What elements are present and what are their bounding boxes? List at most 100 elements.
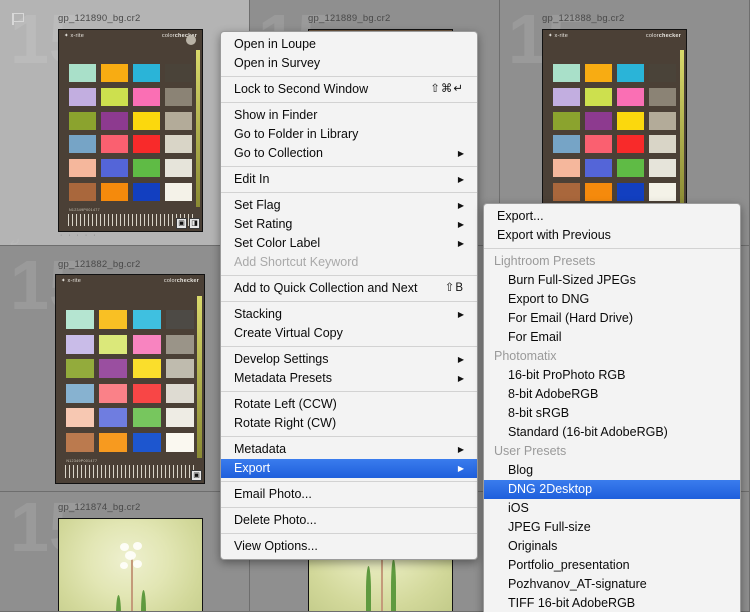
menu-item-lock-to-second-window[interactable]: Lock to Second Window ⇧⌘↵ [221,80,477,99]
menu-item-label: Export to DNG [508,292,590,306]
submenu-arrow-icon: ▶ [457,149,464,158]
menu-item-burn-full-sized-jpegs[interactable]: Burn Full-Sized JPEGs [484,271,740,290]
menu-item-show-in-finder[interactable]: Show in Finder [221,106,477,125]
crop-badge-icon[interactable]: ▣ [176,218,187,229]
menu-item-rotate-right-cw[interactable]: Rotate Right (CW) [221,414,477,433]
menu-item-label: Go to Folder in Library [234,127,359,141]
color-swatch [164,158,192,178]
grid-cell-6[interactable]: 15 gp_121874_bg.cr2 [0,492,250,612]
flower-petal [124,551,136,561]
menu-separator [221,436,477,437]
menu-item-open-in-survey[interactable]: Open in Survey [221,54,477,73]
menu-item-dng-2desktop[interactable]: DNG 2Desktop [484,480,740,499]
menu-item-metadata[interactable]: Metadata ▶ [221,440,477,459]
menu-item-portfolio-presentation[interactable]: Portfolio_presentation [484,556,740,575]
menu-item-ios[interactable]: iOS [484,499,740,518]
pointer-cursor-icon: ⤷ [10,232,20,246]
menu-item-label: Set Flag [234,198,281,212]
menu-item-standard-16-bit-adobergb[interactable]: Standard (16-bit AdobeRGB) [484,423,740,442]
menu-item-open-in-loupe[interactable]: Open in Loupe [221,35,477,54]
menu-item-8-bit-srgb[interactable]: 8-bit sRGB [484,404,740,423]
menu-item-set-flag[interactable]: Set Flag ▶ [221,196,477,215]
flower-leaf-right [390,559,396,611]
menu-item-go-to-folder-in-library[interactable]: Go to Folder in Library [221,125,477,144]
menu-separator [221,507,477,508]
menu-item-edit-in[interactable]: Edit In ▶ [221,170,477,189]
menu-item-metadata-presets[interactable]: Metadata Presets ▶ [221,369,477,388]
menu-item-create-virtual-copy[interactable]: Create Virtual Copy [221,324,477,343]
color-swatch [99,334,128,354]
color-swatch [584,111,613,130]
menu-item-export-with-previous[interactable]: Export with Previous [484,226,740,245]
menu-item-label: Export with Previous [497,228,611,242]
thumbnail-2[interactable]: ✦ x-ritecolorcheckerN12349P001477 [542,29,687,232]
lightroom-grid-view: 15 gp_121890_bg.cr2 ✦ x-rite colorchecker… [0,0,750,612]
menu-item-label: Rotate Right (CW) [234,416,337,430]
grid-cell-3[interactable]: 15 gp_121882_bg.cr2 ✦ x-rite colorchecker… [0,246,250,492]
menu-item-label: User Presets [494,444,567,458]
menu-item-stacking[interactable]: Stacking ▶ [221,305,477,324]
menu-item-export[interactable]: Export... [484,207,740,226]
menu-item-view-options[interactable]: View Options... [221,537,477,556]
menu-item-export[interactable]: Export ▶ [221,459,477,478]
color-swatch [648,64,676,83]
menu-separator [221,102,477,103]
color-swatch [132,334,161,354]
color-swatch [553,111,581,130]
export-submenu[interactable]: Export... Export with Previous Lightroom P… [483,203,741,612]
menu-item-develop-settings[interactable]: Develop Settings ▶ [221,350,477,369]
color-swatch [69,135,97,154]
menu-item-blog[interactable]: Blog [484,461,740,480]
colorchecker-wordmark: colorchecker [163,278,199,284]
color-swatch [165,383,194,403]
thumbnail-6[interactable] [58,518,203,611]
color-swatch [132,135,161,154]
menu-item-rotate-left-ccw[interactable]: Rotate Left (CCW) [221,395,477,414]
menu-item-label: Show in Finder [234,108,318,122]
menu-item-export-to-dng[interactable]: Export to DNG [484,290,740,309]
menu-item-label: Stacking [234,307,282,321]
flower-petal [120,562,129,570]
menu-item-label: Edit In [234,172,270,186]
submenu-arrow-icon: ▶ [457,355,464,364]
menu-item-set-rating[interactable]: Set Rating ▶ [221,215,477,234]
color-swatch [100,87,129,107]
menu-item-add-to-quick-collection-and-next[interactable]: Add to Quick Collection and Next ⇧B [221,279,477,298]
menu-item-go-to-collection[interactable]: Go to Collection ▶ [221,144,477,163]
menu-item-pozhvanov-at-signature[interactable]: Pozhvanov_AT-signature [484,575,740,594]
menu-item-for-email-hard-drive[interactable]: For Email (Hard Drive) [484,309,740,328]
thumbnail-badges[interactable]: ▣ ◨ [176,218,200,229]
menu-separator [221,481,477,482]
color-swatch [100,111,129,130]
flag-icon[interactable] [12,13,24,25]
menu-section-user-presets: User Presets [484,442,740,461]
menu-item-email-photo[interactable]: Email Photo... [221,485,477,504]
cell-filename-6: gp_121874_bg.cr2 [58,502,141,513]
develop-badge-icon[interactable]: ◨ [189,218,200,229]
grid-cell-0[interactable]: 15 gp_121890_bg.cr2 ✦ x-rite colorchecker… [0,0,250,246]
cell-filename-0: gp_121890_bg.cr2 [58,13,141,24]
thumbnail-0[interactable]: ✦ x-rite colorchecker N12349P001477 ▣ ◨ [58,29,203,232]
menu-item-originals[interactable]: Originals [484,537,740,556]
menu-item-tiff-16-bit-adobergb[interactable]: TIFF 16-bit AdobeRGB [484,594,740,612]
crop-badge-icon[interactable]: ▣ [191,470,202,481]
menu-item-for-email[interactable]: For Email [484,328,740,347]
menu-item-delete-photo[interactable]: Delete Photo... [221,511,477,530]
color-swatch [164,111,192,130]
menu-item-label: DNG 2Desktop [508,482,593,496]
menu-separator [221,166,477,167]
menu-item-label: 16-bit ProPhoto RGB [508,368,626,382]
menu-item-jpeg-full-size[interactable]: JPEG Full-size [484,518,740,537]
color-swatch [165,334,194,354]
context-menu[interactable]: Open in Loupe Open in Survey Lock to Secon… [220,31,478,560]
menu-item-8-bit-adobergb[interactable]: 8-bit AdobeRGB [484,385,740,404]
menu-separator [221,76,477,77]
thumbnail-3[interactable]: ✦ x-rite colorchecker N12349P001477 ▣ [55,274,205,484]
thumbnail-badges[interactable]: ▣ [191,470,202,481]
color-swatch [584,182,613,201]
menu-item-label: Lock to Second Window [234,82,369,96]
cell-filename-2: gp_121888_bg.cr2 [542,13,625,24]
rating-dots-0[interactable]: · · · · · [60,232,97,239]
menu-item-set-color-label[interactable]: Set Color Label ▶ [221,234,477,253]
menu-item-16-bit-prophoto-rgb[interactable]: 16-bit ProPhoto RGB [484,366,740,385]
